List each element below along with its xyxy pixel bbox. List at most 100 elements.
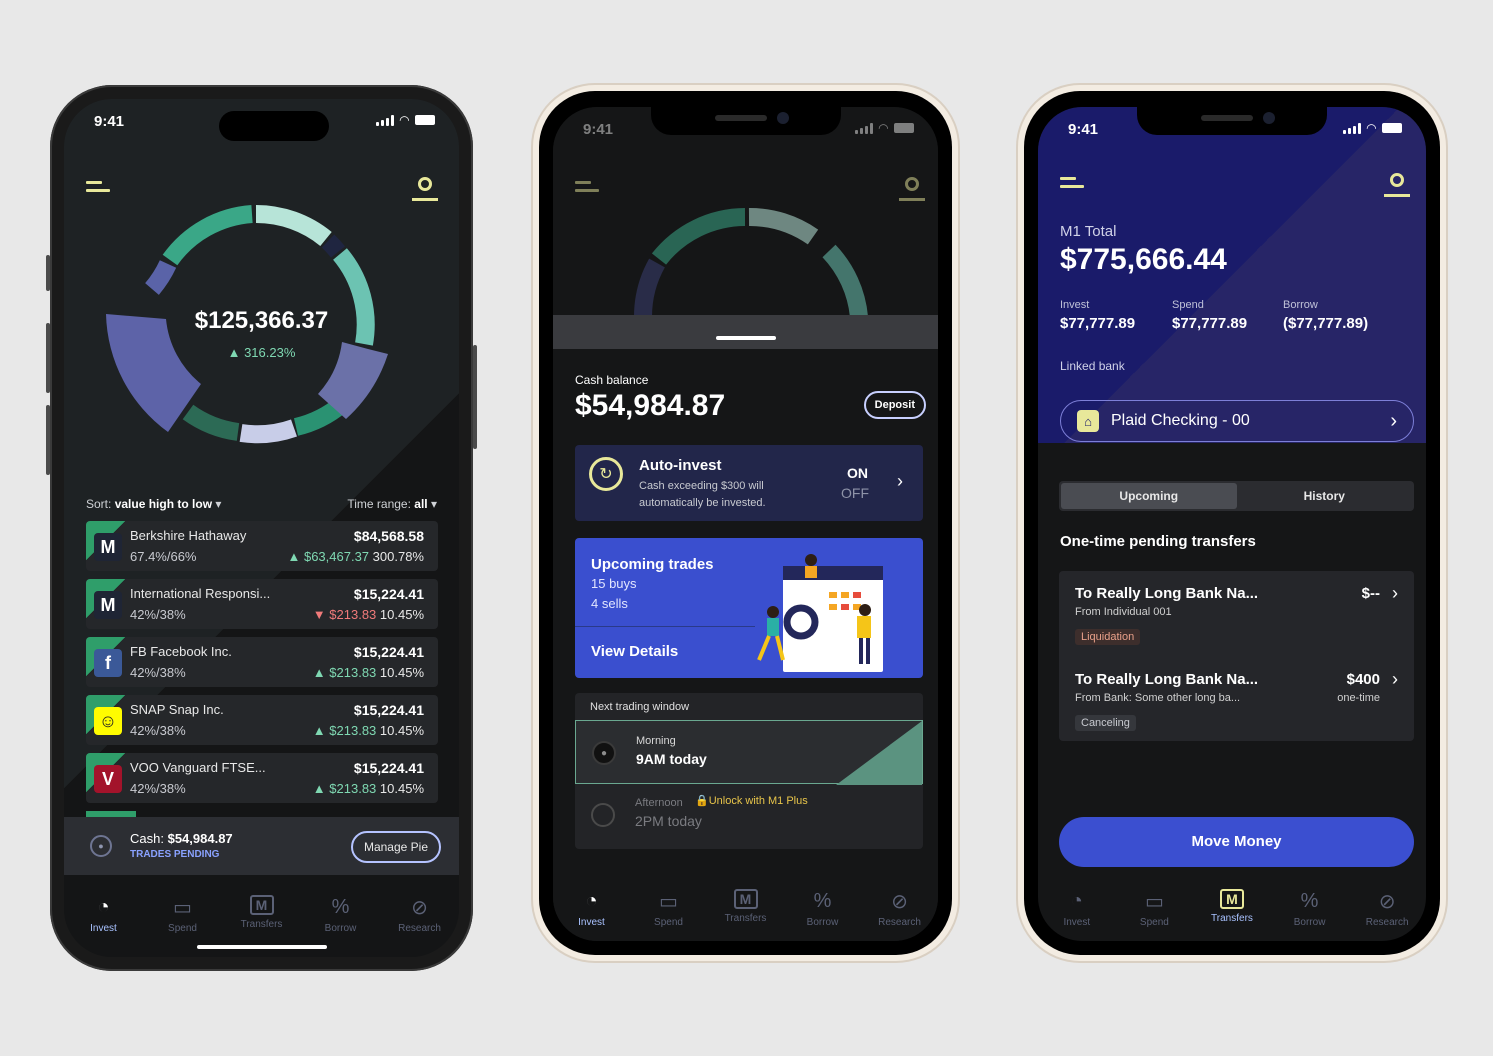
company-logo-icon: M [94,533,122,561]
invest-label: Invest [1060,299,1090,311]
tab-research[interactable]: ⊘ Research [865,889,935,929]
invest-value: $77,777.89 [1060,315,1136,332]
tab-transfers[interactable]: M Transfers [711,889,781,928]
upcoming-trades-card[interactable]: Upcoming trades 15 buys 4 sells View Det… [575,538,923,678]
profile-icon[interactable] [1384,173,1410,199]
upcoming-trades-title: Upcoming trades [591,556,714,573]
tab-invest[interactable]: ◔ Invest [69,895,139,935]
card-icon: ▭ [659,890,678,913]
status-bar: 9:41 ◠ [553,107,938,151]
linked-bank-name: Plaid Checking - 00 [1111,412,1250,429]
holding-value: $15,224.41 [353,760,424,776]
gain-percent: 300.78% [372,549,424,564]
tab-invest[interactable]: ◔ Invest [557,889,627,929]
afternoon-time: 2PM today [635,813,702,829]
holding-gain: ▲ $213.83 10.45% [313,723,424,738]
holding-row[interactable]: f FB Facebook Inc. 42%/38% $15,224.41 ▲ $213… [86,637,438,687]
tab-borrow[interactable]: % Borrow [306,895,376,935]
holding-gain: ▲ $213.83 10.45% [313,781,424,796]
spend-label: Spend [1172,299,1204,311]
holding-row[interactable]: ☺ SNAP Snap Inc. 42%/38% $15,224.41 ▲ $213.8… [86,695,438,745]
cash-bar: ● Cash: $54,984.87 TRADES PENDING Manage… [64,817,459,875]
battery-icon [894,123,914,133]
trades-illustration [757,554,883,672]
morning-time: 9AM today [636,751,707,767]
percent-icon: % [813,889,832,912]
linked-bank-button[interactable]: ⌂ Plaid Checking - 00 › [1060,400,1414,442]
holding-row[interactable]: M International Responsi... 42%/38% $15,224… [86,579,438,629]
trades-pending: TRADES PENDING [130,849,220,860]
time-range-dropdown[interactable]: Time range: all ▾ [347,497,437,511]
tab-upcoming[interactable]: Upcoming [1061,483,1237,509]
tab-borrow[interactable]: % Borrow [788,889,858,929]
chevron-right-icon: › [1392,669,1398,689]
linked-bank-label: Linked bank [1060,359,1125,373]
phone-invest: 9:41 ◠ $125,366.37 ▲ 316.23% Sort: value… [46,85,477,971]
transfer-tabs: Upcoming History [1059,481,1414,511]
transfer-item[interactable]: To Really Long Bank Na... From Bank: Some… [1059,669,1414,749]
transfer-source: From Individual 001 [1075,606,1172,618]
holding-name: International Responsi... [130,586,271,601]
total-value: $775,666.44 [1060,243,1227,276]
view-details-link[interactable]: View Details [591,643,678,660]
cash-value: $54,984.87 [167,831,233,846]
chevron-right-icon: › [1392,583,1398,603]
status-time: 9:41 [94,113,125,130]
auto-invest-card[interactable]: ↻ Auto-invest Cash exceeding $300 will a… [575,445,923,521]
chevron-right-icon: › [897,471,903,491]
manage-pie-button[interactable]: Manage Pie [350,831,441,863]
tab-spend[interactable]: ▭ Spend [634,889,704,929]
unlock-link[interactable]: 🔒Unlock with M1 Plus [695,794,808,807]
card-divider [575,626,755,627]
tab-history[interactable]: History [1237,483,1413,509]
menu-icon[interactable] [575,181,599,195]
spend-screen: 9:41 ◠ Cash balance $54,984.87 Deposit ↻… [553,107,938,941]
tab-label: Research [878,917,921,928]
research-icon: ⊘ [1378,890,1396,913]
toggle-off[interactable]: OFF [841,485,869,501]
sort-dropdown[interactable]: Sort: value high to low ▾ [86,497,221,511]
card-icon: ▭ [173,896,192,919]
cash-line: Cash: $54,984.87 [130,831,233,846]
pie-chart-icon: ◔ [1070,889,1083,912]
signal-icon [375,114,394,126]
holding-name: SNAP Snap Inc. [130,702,224,717]
tab-bar: ◔ Invest ▭ Spend M Transfers% Borrow ⊘ Research [64,895,459,934]
unlock-label: Unlock with M1 Plus [708,795,808,807]
drag-handle[interactable] [715,336,776,340]
move-money-button[interactable]: Move Money [1059,817,1414,867]
holding-row[interactable]: V VOO Vanguard FTSE... 42%/38% $15,224.41 ▲ … [86,753,438,803]
menu-icon[interactable] [1060,177,1084,191]
company-logo-icon: M [94,591,122,619]
tab-research[interactable]: ⊘ Research [385,895,455,935]
transfer-source: From Bank: Some other long ba... [1075,692,1241,704]
tab-invest[interactable]: ◔ Invest [1042,889,1112,929]
sort-label: Sort: [86,497,112,511]
donut-segment [162,205,253,266]
caret-down-icon: ▾ [430,497,437,511]
tab-spend[interactable]: ▭ Spend [148,895,218,935]
holding-allocation: 42%/38% [130,665,186,680]
toggle-on[interactable]: ON [847,465,868,481]
wifi-icon: ◠ [878,121,888,135]
transfer-item[interactable]: To Really Long Bank Na... From Individual… [1059,583,1414,663]
time-range-value: all [414,497,428,511]
morning-window[interactable]: ● Morning 9AM today [575,720,923,785]
deposit-button[interactable]: Deposit [863,391,926,419]
arrow-down-icon: ▼ [312,607,326,622]
tab-label: Research [1365,917,1409,928]
home-indicator [196,945,327,949]
profile-icon[interactable] [899,177,925,203]
tab-borrow[interactable]: % Borrow [1275,889,1345,929]
tab-transfers[interactable]: M Transfers [227,895,297,934]
tab-spend[interactable]: ▭ Spend [1119,889,1189,929]
tab-transfers[interactable]: M Transfers [1197,889,1267,928]
tab-research[interactable]: ⊘ Research [1352,889,1422,929]
profile-icon[interactable] [412,177,438,203]
power-button [473,345,477,449]
holding-row[interactable]: M Berkshire Hathaway 67.4%/66% $84,568.58 ▲ … [86,521,438,571]
research-icon: ⊘ [891,890,908,913]
menu-icon[interactable] [86,181,110,195]
donut-segment [144,259,177,295]
sheet-handle-bar [553,315,938,349]
